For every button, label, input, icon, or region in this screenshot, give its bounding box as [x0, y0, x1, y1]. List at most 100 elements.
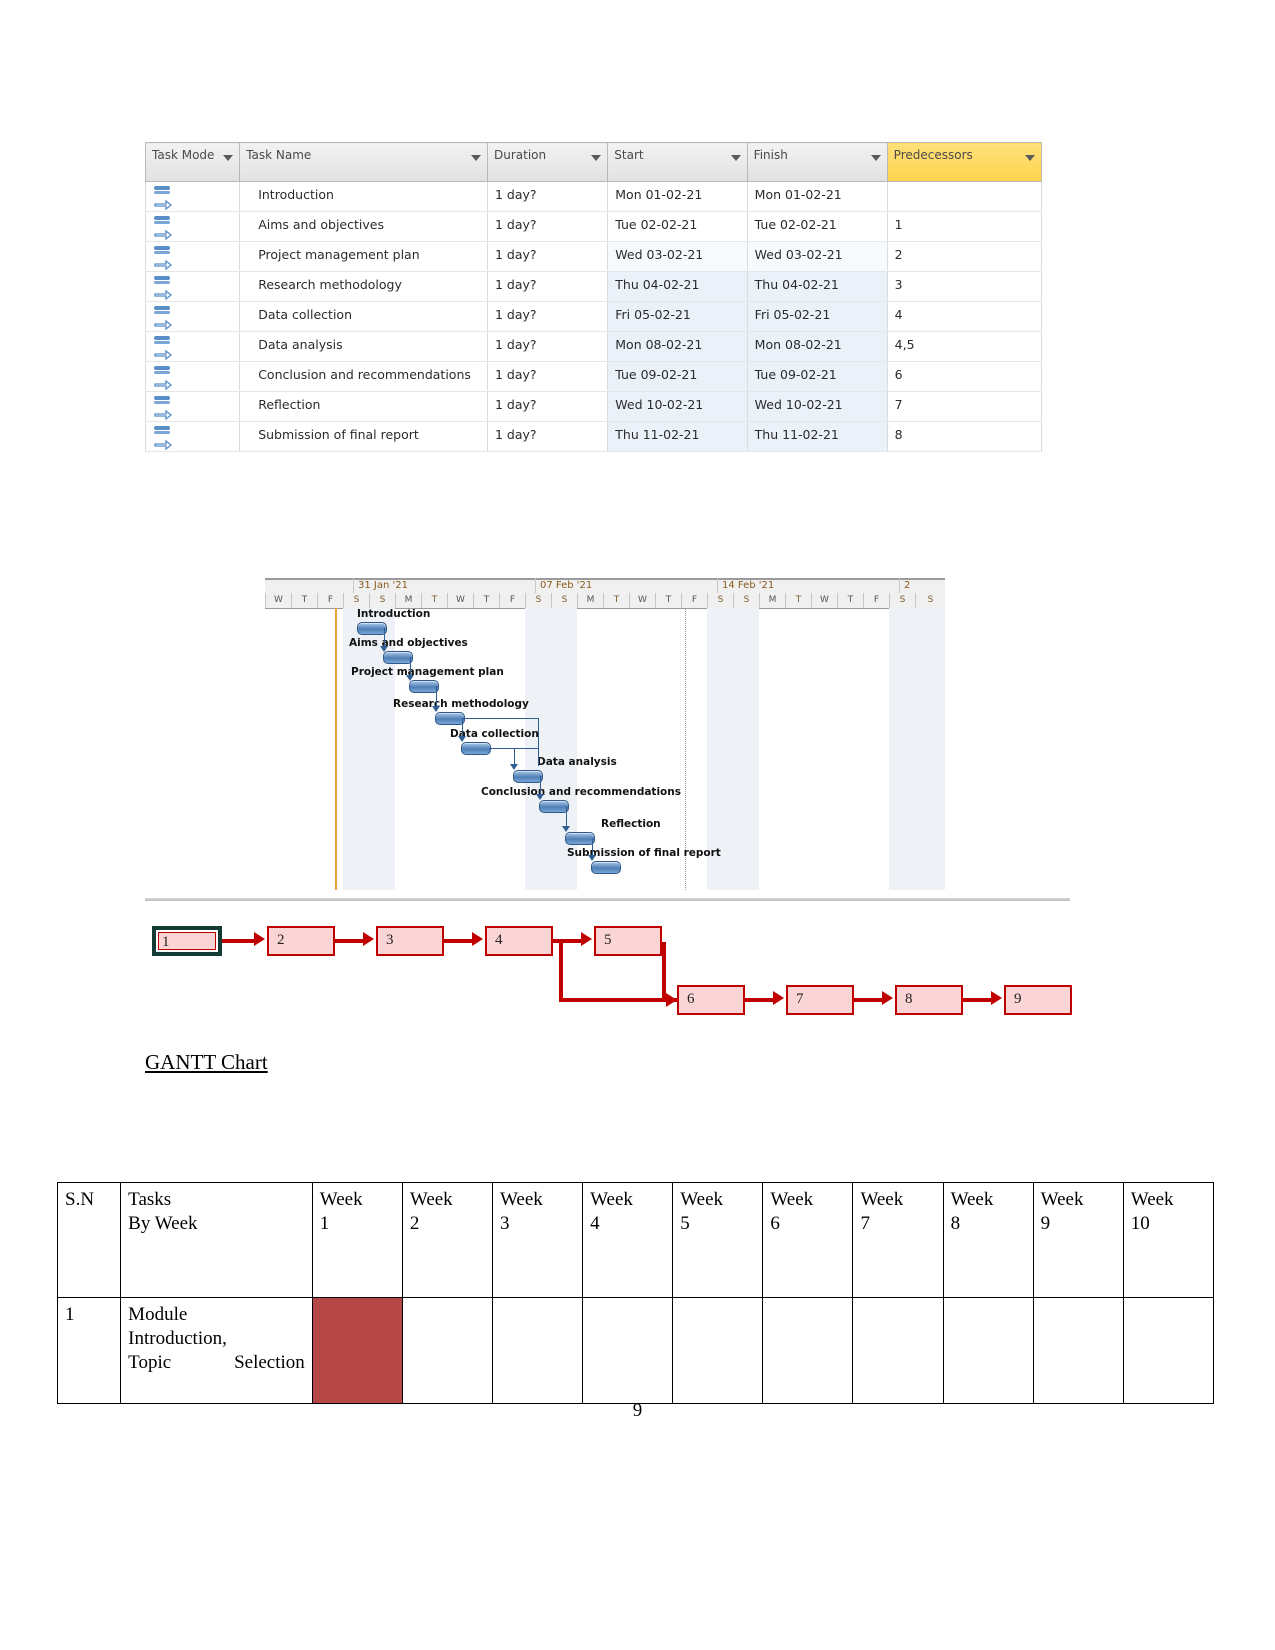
table-row[interactable]: Submission of final report 1 day? Thu 11… — [144, 421, 1043, 452]
gantt-bar[interactable] — [513, 770, 543, 783]
header-week-8-line2: 8 — [950, 1212, 961, 1234]
header-week-4-line1: Week — [590, 1189, 633, 1210]
network-node-7[interactable]: 7 — [786, 985, 854, 1015]
header-week-10-line2: 10 — [1130, 1212, 1150, 1234]
header-week-9-line1: Week — [1040, 1189, 1084, 1210]
gantt-link-arrow-icon — [432, 706, 440, 712]
header-week-7: Week 7 — [852, 1182, 944, 1298]
network-node-3[interactable]: 3 — [376, 926, 444, 956]
gantt-day-cell: S — [343, 593, 369, 608]
header-week-3-line2: 3 — [500, 1212, 510, 1234]
gantt-bar[interactable] — [461, 742, 491, 755]
network-node-1[interactable]: 1 — [152, 926, 222, 956]
column-header-task-name[interactable]: Task Name — [239, 142, 488, 182]
chevron-down-icon[interactable] — [591, 155, 602, 161]
week-table-row: 1 Module Introduction, Topic Selection — [56, 1297, 1215, 1404]
network-node-9[interactable]: 9 — [1004, 985, 1072, 1015]
row-week-4-cell — [582, 1297, 674, 1404]
network-node-4[interactable]: 4 — [485, 926, 553, 956]
table-row[interactable]: Conclusion and recommendations 1 day? Tu… — [144, 361, 1043, 392]
chevron-down-icon[interactable] — [223, 155, 234, 161]
chevron-down-icon[interactable] — [1025, 155, 1035, 161]
start-cell: Thu 04-02-21 — [607, 271, 748, 302]
header-week-2-line1: Week — [409, 1189, 453, 1210]
network-node-8-label: 8 — [905, 991, 913, 1007]
gantt-bar[interactable] — [565, 832, 595, 845]
header-tasks-line2: By Week — [128, 1212, 198, 1234]
header-week-5-line1: Week — [680, 1189, 724, 1210]
auto-schedule-icon — [153, 396, 175, 421]
gantt-bar[interactable] — [539, 800, 569, 813]
task-mode-cell[interactable] — [144, 211, 241, 242]
task-mode-cell[interactable] — [144, 391, 241, 422]
table-row[interactable]: Aims and objectives 1 day? Tue 02-02-21 … — [144, 211, 1043, 242]
gantt-bar[interactable] — [357, 622, 387, 635]
gantt-bar[interactable] — [591, 861, 621, 874]
column-header-predecessors[interactable]: Predecessors — [886, 142, 1043, 182]
network-node-8[interactable]: 8 — [895, 985, 963, 1015]
task-mode-cell[interactable] — [144, 181, 241, 212]
row-week-8-cell — [942, 1297, 1034, 1404]
gantt-bar-label: Aims and objectives — [349, 637, 468, 649]
column-header-start[interactable]: Start — [607, 142, 748, 182]
table-row[interactable]: Data collection 1 day? Fri 05-02-21 Fri … — [144, 301, 1043, 332]
column-header-duration[interactable]: Duration — [486, 142, 609, 182]
duration-cell: 1 day? — [486, 421, 609, 452]
network-node-5[interactable]: 5 — [594, 926, 662, 956]
header-week-3: Week 3 — [492, 1182, 584, 1298]
network-node-2[interactable]: 2 — [267, 926, 335, 956]
duration-cell: 1 day? — [486, 301, 609, 332]
duration-cell: 1 day? — [486, 391, 609, 422]
task-mode-cell[interactable] — [144, 271, 241, 302]
task-mode-cell[interactable] — [144, 241, 241, 272]
network-node-5-label: 5 — [604, 932, 612, 948]
task-name-cell: Submission of final report — [239, 421, 488, 452]
table-row[interactable]: Data analysis 1 day? Mon 08-02-21 Mon 08… — [144, 331, 1043, 362]
chevron-down-icon[interactable] — [470, 155, 481, 161]
table-row[interactable]: Research methodology 1 day? Thu 04-02-21… — [144, 271, 1043, 302]
finish-cell: Wed 03-02-21 — [746, 241, 888, 272]
task-mode-cell[interactable] — [144, 361, 241, 392]
predecessors-cell: 4,5 — [886, 331, 1043, 362]
header-week-10-line1: Week — [1130, 1189, 1174, 1210]
predecessors-cell — [886, 181, 1043, 212]
network-edge — [222, 939, 258, 943]
header-tasks: Tasks By Week — [120, 1182, 313, 1298]
start-cell: Thu 11-02-21 — [607, 421, 748, 452]
network-node-2-label: 2 — [277, 932, 285, 948]
auto-schedule-icon — [153, 216, 175, 241]
header-week-1-line2: 1 — [319, 1212, 330, 1234]
gantt-bar[interactable] — [383, 651, 413, 664]
table-row[interactable]: Reflection 1 day? Wed 10-02-21 Wed 10-02… — [144, 391, 1043, 422]
gantt-link — [410, 657, 411, 677]
column-header-task-mode[interactable]: Task Mode — [144, 142, 241, 182]
column-header-finish[interactable]: Finish — [746, 142, 888, 182]
gantt-day-cell: F — [499, 593, 525, 608]
header-week-9: Week 9 — [1032, 1182, 1124, 1298]
network-node-6[interactable]: 6 — [677, 985, 745, 1015]
table-row[interactable]: Project management plan 1 day? Wed 03-02… — [144, 241, 1043, 272]
chevron-down-icon[interactable] — [730, 155, 741, 161]
header-sn: S.N — [56, 1182, 122, 1298]
gantt-day-cell: M — [759, 593, 785, 608]
gantt-link-arrow-icon — [588, 855, 596, 861]
gantt-day-cell: W — [447, 593, 473, 608]
task-mode-cell[interactable] — [144, 301, 241, 332]
gantt-link-arrow-icon — [380, 646, 388, 652]
gantt-day-cell: T — [473, 593, 499, 608]
duration-cell: 1 day? — [486, 241, 609, 272]
header-week-4: Week 4 — [582, 1182, 674, 1298]
chevron-down-icon[interactable] — [870, 155, 881, 161]
column-header-duration-label: Duration — [493, 148, 547, 162]
finish-cell: Thu 11-02-21 — [746, 421, 888, 452]
task-mode-cell[interactable] — [144, 331, 241, 362]
header-week-6-line2: 6 — [770, 1212, 780, 1234]
gantt-day-cell: S — [551, 593, 577, 608]
task-mode-cell[interactable] — [144, 421, 241, 452]
gantt-bar[interactable] — [435, 712, 465, 725]
gantt-bar[interactable] — [409, 680, 439, 693]
gantt-day-cell: F — [863, 593, 889, 608]
table-row[interactable]: Introduction 1 day? Mon 01-02-21 Mon 01-… — [144, 181, 1043, 212]
arrow-right-icon — [363, 932, 374, 946]
gantt-today-line — [335, 608, 337, 890]
